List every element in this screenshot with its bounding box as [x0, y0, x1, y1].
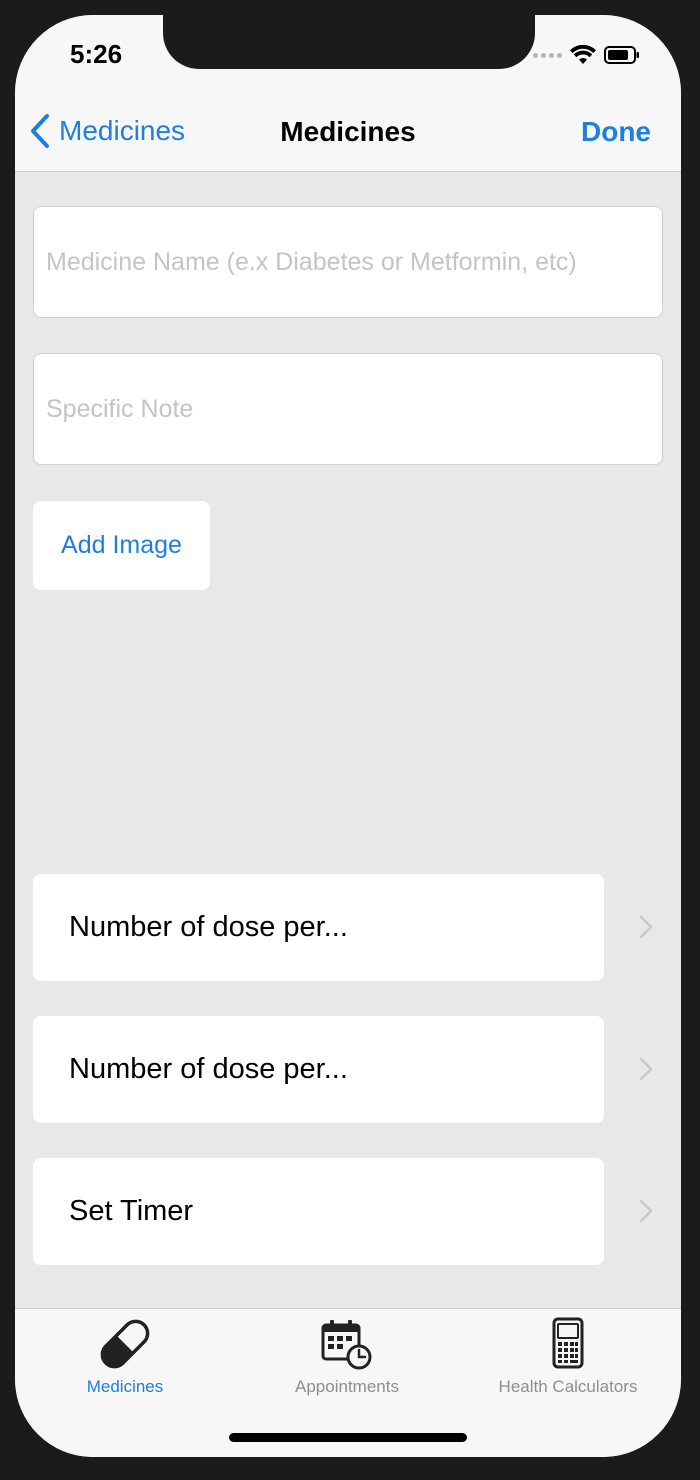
status-time: 5:26 [70, 39, 123, 69]
screen: 5:26 Medicines Medicines Done Medicine N… [15, 15, 681, 1457]
status-indicators [533, 43, 640, 67]
device-notch [163, 15, 535, 69]
back-button[interactable]: Medicines [29, 113, 185, 149]
dose-per-row-1-label: Number of dose per... [69, 911, 348, 943]
calendar-clock-icon [321, 1320, 372, 1370]
tab-health-calculators[interactable]: Health Calculators [483, 1309, 653, 1409]
done-button[interactable]: Done [581, 116, 651, 148]
set-timer-label: Set Timer [69, 1195, 194, 1227]
add-image-button[interactable]: Add Image [33, 501, 210, 590]
chevron-left-icon [31, 114, 49, 148]
set-timer-row[interactable]: Set Timer [33, 1158, 604, 1265]
pill-icon [100, 1319, 150, 1369]
dose-per-row-1[interactable]: Number of dose per... [33, 874, 604, 981]
medicine-name-input[interactable] [34, 207, 662, 317]
cellular-signal-icon [533, 52, 562, 58]
chevron-right-icon [639, 915, 653, 939]
tab-medicines-label: Medicines [86, 1377, 164, 1396]
back-button-label: Medicines [59, 115, 186, 146]
wifi-icon [570, 45, 596, 64]
calculator-icon [552, 1317, 584, 1369]
dose-per-row-2[interactable]: Number of dose per... [33, 1016, 604, 1123]
tab-appointments[interactable]: Appointments [277, 1309, 417, 1409]
home-indicator[interactable] [229, 1433, 467, 1442]
medicine-name-field [33, 206, 663, 318]
specific-note-input[interactable] [34, 354, 662, 464]
tab-health-calculators-label: Health Calculators [498, 1377, 638, 1396]
dose-per-row-2-label: Number of dose per... [69, 1053, 348, 1085]
navigation-header: 5:26 Medicines Medicines Done [15, 15, 681, 172]
tab-medicines[interactable]: Medicines [65, 1309, 185, 1409]
chevron-right-icon [639, 1057, 653, 1081]
tab-appointments-label: Appointments [295, 1377, 399, 1396]
chevron-right-icon [639, 1199, 653, 1223]
battery-icon [604, 46, 639, 64]
specific-note-field [33, 353, 663, 465]
